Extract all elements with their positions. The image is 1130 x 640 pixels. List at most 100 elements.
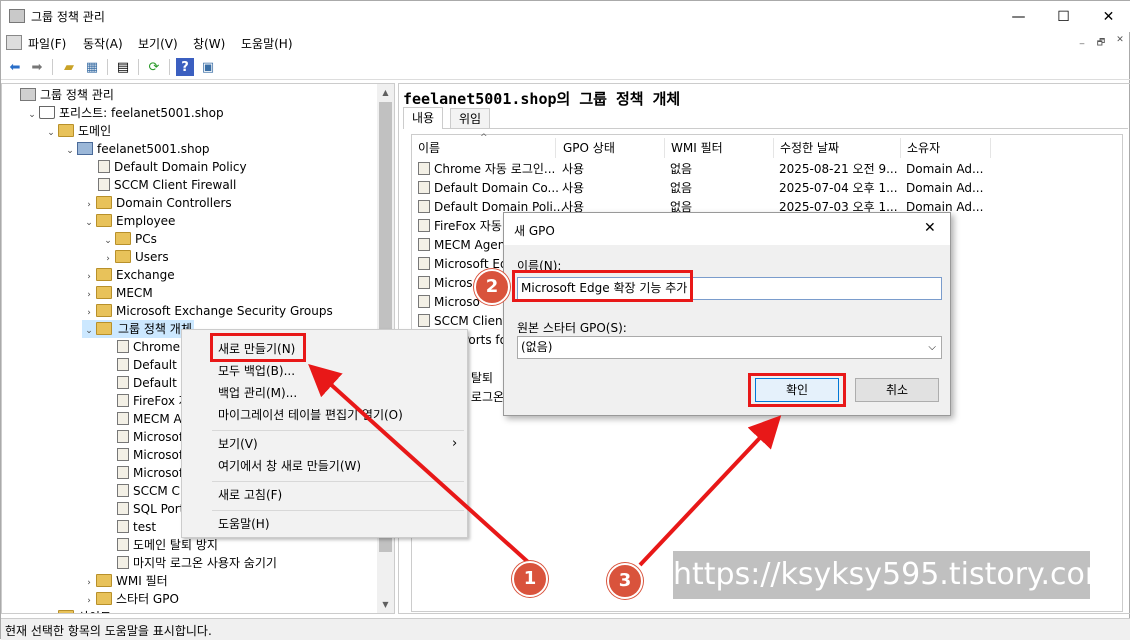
console-icon[interactable]: ▣ bbox=[199, 58, 217, 76]
tree-node[interactable]: ⌄ 그룹 정책 개체 bbox=[82, 320, 194, 338]
console-menu-icon[interactable] bbox=[6, 35, 22, 50]
scroll-down-icon[interactable]: ▼ bbox=[377, 596, 394, 613]
show-hide-tree-icon[interactable]: ▦ bbox=[83, 58, 101, 76]
gpo-icon bbox=[418, 295, 430, 308]
collapse-icon[interactable]: ⌄ bbox=[25, 106, 39, 124]
up-folder-icon[interactable]: ▰ bbox=[60, 58, 78, 76]
forward-icon[interactable]: ➡ bbox=[28, 58, 46, 76]
tree-node[interactable]: ⌄ 도메인 bbox=[44, 122, 111, 140]
menu-item-new[interactable]: 새로 만들기(N) bbox=[218, 339, 295, 359]
cell-text: SCCM Client bbox=[434, 314, 508, 328]
tree-node[interactable]: › Domain Controllers bbox=[82, 194, 232, 212]
cell-text: 2025-08-21 오전 9... bbox=[779, 162, 898, 176]
tree-node[interactable]: › Exchange bbox=[82, 266, 175, 284]
gpo-icon bbox=[117, 556, 129, 569]
column-header-modified[interactable]: 수정한 날짜 bbox=[774, 138, 901, 158]
tree-node[interactable]: › Microsoft Exchange Security Groups bbox=[82, 302, 333, 320]
cell-text: Chrome 자동 로그인... bbox=[434, 162, 556, 176]
tree-node[interactable]: test bbox=[101, 518, 156, 536]
cell-text: 사용 bbox=[562, 162, 585, 176]
tree-node-label: Users bbox=[135, 250, 169, 264]
tree-node[interactable]: Default Domain Policy bbox=[82, 158, 247, 176]
menu-window[interactable]: 창(W) bbox=[193, 35, 225, 52]
mdi-restore-button[interactable]: 🗗 bbox=[1093, 35, 1109, 49]
app-icon bbox=[9, 9, 25, 23]
table-cell: Domain Ad... bbox=[906, 179, 983, 198]
tab-contents[interactable]: 내용 bbox=[403, 107, 444, 129]
gpo-icon bbox=[418, 257, 430, 270]
help-icon[interactable]: ? bbox=[176, 58, 194, 76]
title-bar: 그룹 정책 관리 — ☐ ✕ bbox=[1, 1, 1130, 32]
minimize-button[interactable]: — bbox=[996, 1, 1041, 32]
gpo-icon bbox=[418, 162, 430, 175]
context-menu: 새로 만들기(N) 모두 백업(B)... 백업 관리(M)... 마이그레이션… bbox=[181, 329, 468, 538]
back-icon[interactable]: ⬅ bbox=[6, 58, 24, 76]
menu-action[interactable]: 동작(A) bbox=[83, 35, 123, 52]
cell-text: 없음 bbox=[670, 162, 693, 176]
tree-node[interactable]: › MECM bbox=[82, 284, 153, 302]
gpo-name-cell: Chrome 자동 로그인... bbox=[418, 160, 555, 179]
tree-node[interactable]: 도메인 탈퇴 방지 bbox=[101, 536, 218, 554]
column-header-wmi[interactable]: WMI 필터 bbox=[665, 138, 774, 158]
table-row[interactable]: Chrome 자동 로그인... 사용 없음 2025-08-21 오전 9... Do… bbox=[412, 160, 1112, 179]
tree-node[interactable]: › 스타터 GPO bbox=[82, 590, 179, 608]
tree-node[interactable]: › 사이트 bbox=[44, 608, 111, 613]
scroll-up-icon[interactable]: ▲ bbox=[377, 84, 394, 101]
folder-icon bbox=[96, 286, 112, 299]
tree-node[interactable]: 마지막 로그온 사용자 숨기기 bbox=[101, 554, 277, 572]
tree-node-label: MECM bbox=[116, 286, 153, 300]
menu-item-view[interactable]: 보기(V) bbox=[218, 434, 258, 454]
source-starter-select[interactable]: (없음) ⌵ bbox=[517, 336, 942, 359]
mdi-minimize-button[interactable]: _ bbox=[1074, 35, 1090, 49]
table-cell: Domain Ad... bbox=[906, 160, 983, 179]
tree-node[interactable]: SCCM Client Firewall bbox=[82, 176, 236, 194]
gpo-name-input[interactable]: Microsoft Edge 확장 기능 추가 bbox=[517, 277, 942, 300]
tree-node-label: SCCM Client Firewall bbox=[114, 178, 237, 192]
dialog-close-button[interactable]: ✕ bbox=[924, 220, 936, 236]
collapse-icon[interactable]: ⌄ bbox=[82, 214, 96, 232]
menu-item-backup-all[interactable]: 모두 백업(B)... bbox=[218, 361, 295, 381]
tree-node[interactable]: ⌄ 포리스트: feelanet5001.shop bbox=[25, 104, 224, 122]
column-header-owner[interactable]: 소유자 bbox=[901, 138, 991, 158]
gpo-icon bbox=[117, 430, 129, 443]
tree-node-label: 포리스트: feelanet5001.shop bbox=[59, 106, 224, 120]
properties-icon[interactable]: ▤ bbox=[114, 58, 132, 76]
gpo-icon bbox=[117, 520, 129, 533]
tree-node[interactable]: › Users bbox=[101, 248, 169, 266]
folder-icon bbox=[58, 610, 74, 613]
menu-item-manage-backups[interactable]: 백업 관리(M)... bbox=[218, 383, 297, 403]
tree-node[interactable]: ⌄ PCs bbox=[101, 230, 157, 248]
menu-item-migration-editor[interactable]: 마이그레이션 테이블 편집기 열기(O) bbox=[218, 405, 403, 425]
expand-icon[interactable]: › bbox=[44, 610, 58, 613]
folder-icon bbox=[115, 232, 131, 245]
menu-file[interactable]: 파일(F) bbox=[28, 35, 66, 52]
menu-view[interactable]: 보기(V) bbox=[138, 35, 178, 52]
cell-text: Micros bbox=[434, 276, 473, 290]
gpo-icon bbox=[117, 412, 129, 425]
step-badge-1: 1 bbox=[512, 561, 548, 597]
maximize-button[interactable]: ☐ bbox=[1041, 1, 1086, 32]
table-row[interactable]: Default Domain Co... 사용 없음 2025-07-04 오후 1.… bbox=[412, 179, 1112, 198]
cancel-button[interactable]: 취소 bbox=[855, 378, 939, 402]
menu-item-refresh[interactable]: 새로 고침(F) bbox=[218, 485, 282, 505]
column-header-status[interactable]: GPO 상태 bbox=[557, 138, 665, 158]
collapse-icon[interactable]: ⌄ bbox=[82, 322, 96, 340]
ok-button[interactable]: 확인 bbox=[755, 378, 839, 402]
menu-item-new-window[interactable]: 여기에서 창 새로 만들기(W) bbox=[218, 456, 361, 476]
folder-icon bbox=[96, 196, 112, 209]
tree-node[interactable]: ⌄ Employee bbox=[82, 212, 175, 230]
mdi-close-button[interactable]: ✕ bbox=[1112, 35, 1128, 49]
close-button[interactable]: ✕ bbox=[1086, 1, 1130, 32]
tab-delegation[interactable]: 위임 bbox=[450, 108, 491, 128]
refresh-icon[interactable]: ⟳ bbox=[145, 58, 163, 76]
table-cell: 없음 bbox=[670, 179, 692, 198]
tree-node[interactable]: ⌄ feelanet5001.shop bbox=[63, 140, 210, 158]
gpo-icon bbox=[117, 466, 129, 479]
menu-help[interactable]: 도움말(H) bbox=[241, 35, 293, 52]
tree-node[interactable]: › WMI 필터 bbox=[82, 572, 168, 590]
collapse-icon[interactable]: ⌄ bbox=[44, 124, 58, 142]
menu-item-help[interactable]: 도움말(H) bbox=[218, 514, 270, 534]
table-cell: 사용 bbox=[562, 179, 584, 198]
collapse-icon[interactable]: ⌄ bbox=[63, 142, 77, 160]
tree-node[interactable]: 그룹 정책 관리 bbox=[6, 86, 114, 104]
